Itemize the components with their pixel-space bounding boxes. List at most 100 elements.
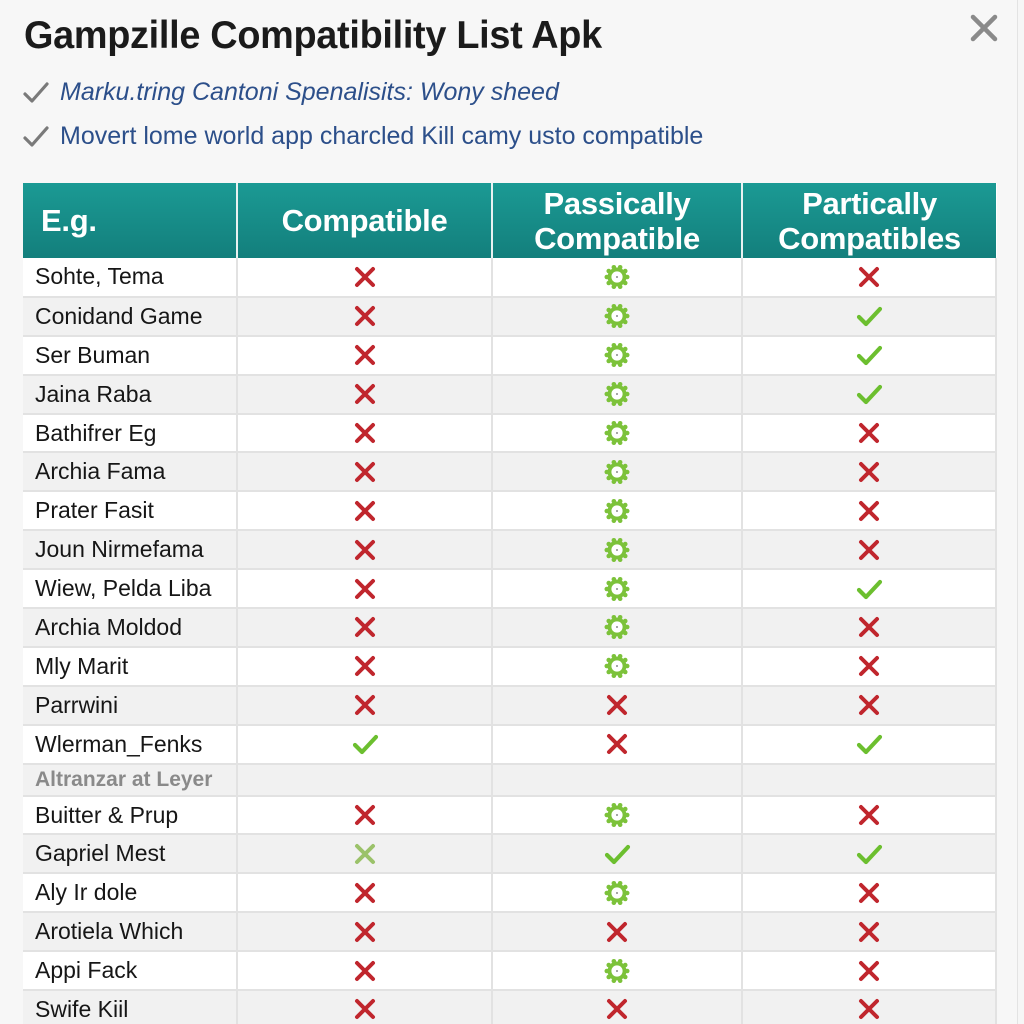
table-row[interactable]: Bathifrer Eg <box>23 413 997 454</box>
status-cell <box>492 646 743 687</box>
status-cell <box>237 608 493 648</box>
table-row[interactable]: Wlerman_Fenks <box>23 724 997 765</box>
status-cell <box>742 763 997 797</box>
cross-icon <box>351 306 379 327</box>
status-cell <box>492 413 743 454</box>
gear-icon <box>603 958 631 983</box>
status-cell <box>742 724 997 765</box>
cross-icon <box>855 695 883 716</box>
gear-icon <box>603 421 631 445</box>
status-cell <box>492 990 743 1024</box>
cross-icon <box>351 617 379 638</box>
cross-icon <box>351 578 379 599</box>
column-header-label: Partically <box>802 185 937 221</box>
status-cell <box>742 646 997 687</box>
table-row[interactable]: Parrwini <box>23 685 997 726</box>
table-row[interactable]: Prater Fasit <box>23 491 997 532</box>
close-button[interactable] <box>964 10 1004 46</box>
status-cell <box>742 374 997 415</box>
table-row[interactable]: Arotiela Which <box>23 912 997 953</box>
gear-icon <box>603 459 631 484</box>
status-cell <box>492 296 743 337</box>
page-title: Gampzille Compatibility List Apk <box>24 14 602 57</box>
checkmark-icon <box>855 844 883 865</box>
table-row[interactable]: Buitter & Prup <box>23 795 997 836</box>
status-cell <box>492 951 743 992</box>
status-cell <box>492 795 743 836</box>
app-name: Archia Fama <box>23 452 238 493</box>
gear-icon <box>603 576 631 601</box>
cross-icon <box>855 656 883 677</box>
status-cell <box>742 413 997 454</box>
section-row[interactable]: Altranzar at Leyer <box>23 763 997 797</box>
cross-icon <box>855 960 883 981</box>
status-cell <box>237 413 493 454</box>
gear-icon <box>603 880 631 905</box>
column-header-compatible[interactable]: Compatible <box>237 183 493 258</box>
checkmark-icon <box>603 844 631 865</box>
gear-icon <box>603 803 631 828</box>
app-name: Swife Kiil <box>23 990 238 1024</box>
cross-icon <box>855 266 883 287</box>
gear-icon <box>603 304 631 329</box>
cross-icon <box>855 999 883 1020</box>
table-row[interactable]: Wiew, Pelda Liba <box>23 569 997 610</box>
app-name: Archia Moldod <box>23 608 238 648</box>
cross-icon <box>855 805 883 826</box>
column-header-label: E.g. <box>41 203 97 238</box>
app-name: Gapriel Mest <box>23 834 238 875</box>
status-cell <box>237 873 493 914</box>
table-header-row: E.g. Compatible Passically Compatible Par… <box>23 183 996 258</box>
table-row[interactable]: Joun Nirmefama <box>23 530 997 571</box>
status-cell <box>492 873 743 914</box>
app-name: Aly Ir dole <box>23 873 238 914</box>
cross-icon <box>351 345 379 366</box>
status-cell <box>237 685 493 726</box>
app-name: Prater Fasit <box>23 491 238 532</box>
table-row[interactable]: Jaina Raba <box>23 374 997 415</box>
table-row[interactable]: Gapriel Mest <box>23 834 997 875</box>
app-name: Ser Buman <box>23 335 238 376</box>
table-row[interactable]: Mly Marit <box>23 646 997 687</box>
cross-icon <box>855 539 883 560</box>
status-cell <box>742 258 997 298</box>
column-header-label: Compatible <box>534 220 700 256</box>
status-cell <box>742 834 997 875</box>
cross-icon <box>351 500 379 521</box>
checkmark-icon <box>855 735 883 755</box>
status-cell <box>492 608 743 648</box>
checkmark-icon <box>23 81 49 103</box>
checkmark-icon <box>855 579 883 599</box>
bullet-item: Marku.tring Cantoni Spenalisits: Wony sh… <box>22 78 559 107</box>
checkmark-icon <box>855 307 883 327</box>
status-cell <box>742 530 997 571</box>
table-row[interactable]: Archia Fama <box>23 452 997 493</box>
status-cell <box>237 491 493 532</box>
status-cell <box>492 374 743 415</box>
table-row[interactable]: Conidand Game <box>23 296 997 337</box>
status-cell <box>742 491 997 532</box>
gear-icon <box>603 264 631 289</box>
status-cell <box>237 452 493 493</box>
gear-icon <box>603 654 631 679</box>
status-cell <box>237 646 493 687</box>
column-header-example[interactable]: E.g. <box>23 183 238 258</box>
table-row[interactable]: Archia Moldod <box>23 608 997 648</box>
app-name: Parrwini <box>23 685 238 726</box>
status-cell <box>742 873 997 914</box>
table-row[interactable]: Ser Buman <box>23 335 997 376</box>
status-cell <box>492 569 743 610</box>
cross-icon <box>855 921 883 942</box>
status-cell <box>492 258 743 298</box>
app-name: Bathifrer Eg <box>23 413 238 454</box>
table-row[interactable]: Sohte, Tema <box>23 258 997 298</box>
checkmark-icon <box>23 125 49 147</box>
status-cell <box>237 530 493 571</box>
status-cell <box>237 258 493 298</box>
table-row[interactable]: Swife Kiil <box>23 990 997 1024</box>
table-row[interactable]: Appi Fack <box>23 951 997 992</box>
column-header-passically-compatible[interactable]: Passically Compatible <box>492 183 743 258</box>
table-row[interactable]: Aly Ir dole <box>23 873 997 914</box>
column-header-partically-compatibles[interactable]: Partically Compatibles <box>742 183 996 258</box>
gear-icon <box>603 615 631 640</box>
